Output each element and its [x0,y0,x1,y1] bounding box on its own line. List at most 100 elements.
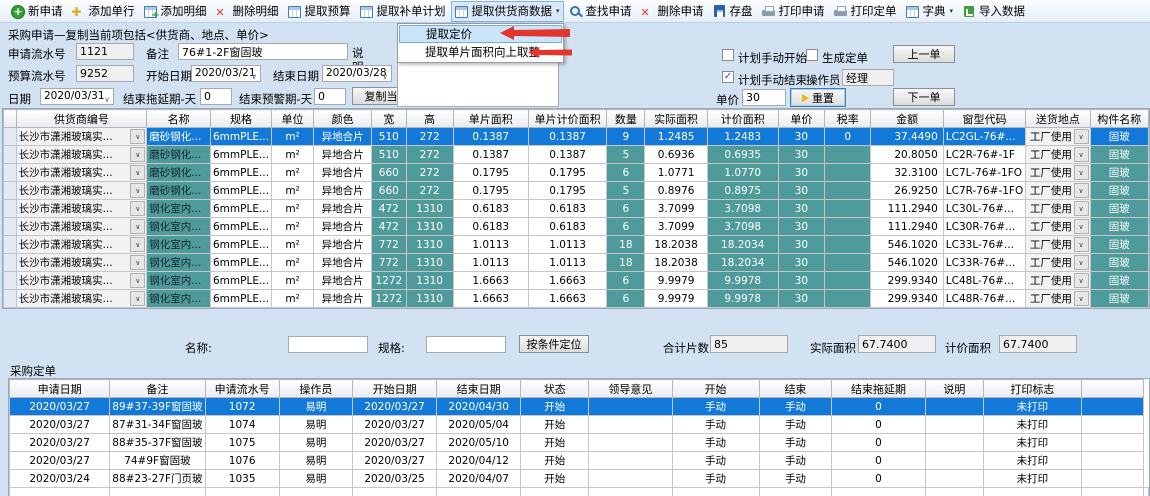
cell-金额[interactable]: 37.4490 [871,128,943,146]
combo-arrow-icon[interactable]: ∨ [130,165,145,180]
cell-单位[interactable]: m² [271,200,313,218]
cell-宽[interactable]: 510 [372,146,406,164]
row-selector[interactable] [4,200,17,218]
cell-供货商编号[interactable]: 长沙市潇湘玻璃实...∨ [16,146,147,164]
cell-送货地点[interactable]: 工厂使用∨ [1026,290,1090,308]
combo-arrow-icon[interactable]: ∨ [1074,291,1089,306]
cell-颜色[interactable]: 异地合片 [314,146,372,164]
cell-窗型代码[interactable]: LC48R-76#... [943,290,1025,308]
cell-税率[interactable] [825,290,871,308]
cell-高[interactable]: 1310 [406,236,453,254]
row-selector[interactable] [4,218,17,236]
manual-end-checkbox[interactable]: ✓ [722,71,734,83]
cell-操作员[interactable]: 易明 [279,470,352,488]
cell-宽[interactable]: 1272 [372,272,406,290]
cell-申请流水号[interactable]: 1076 [205,452,279,470]
cell-供货商编号[interactable]: 长沙市潇湘玻璃实...∨ [16,236,147,254]
cell-单价[interactable]: 30 [778,182,824,200]
cell-申请流水号[interactable]: 1074 [205,416,279,434]
cell-数量[interactable]: 6 [607,164,645,182]
unit-price-input[interactable] [742,89,786,106]
start-date-combo[interactable]: 2020/03/21 [191,65,261,82]
order-row[interactable]: 2020/03/2787#31-34F窗固玻1074易明2020/03/2720… [10,416,1149,434]
cell-单片计价面积[interactable]: 0.6183 [528,218,607,236]
cell-说明[interactable] [925,452,983,470]
generate-order-checkbox[interactable] [806,49,818,61]
cell-备注[interactable]: 88#23-27F门页玻 [110,470,205,488]
table-row[interactable]: 长沙市潇湘玻璃实...∨磨砂钢化...6mmPLE...m²异地合片510272… [4,146,1149,164]
cell-单片面积[interactable]: 0.6183 [453,218,528,236]
column-header-7[interactable]: 领导意见 [589,380,672,398]
cell-状态[interactable]: 开始 [521,434,589,452]
cell-宽[interactable]: 660 [372,182,406,200]
cell-计价面积[interactable]: 3.7098 [707,200,778,218]
cell-开始日期[interactable]: 2020/03/27 [353,416,437,434]
cell-颜色[interactable]: 异地合片 [314,218,372,236]
cell-构件名称[interactable]: 固玻 [1090,146,1148,164]
table-row[interactable]: 长沙市潇湘玻璃实...∨钢化室内...6mmPLE...m²异地合片472131… [4,218,1149,236]
cell-高[interactable]: 1310 [406,290,453,308]
column-header-0[interactable]: 申请日期 [10,380,110,398]
warn-input[interactable] [314,88,346,105]
cell-颜色[interactable]: 异地合片 [314,128,372,146]
table-row[interactable]: 长沙市潇湘玻璃实...∨钢化室内...6mmPLE...m²异地合片472131… [4,200,1149,218]
cell-税率[interactable] [825,236,871,254]
cell-结束日期[interactable]: 2020/04/07 [437,470,521,488]
cell-名称[interactable]: 钢化室内... [147,218,211,236]
cell-名称[interactable]: 钢化室内... [147,254,211,272]
row-selector[interactable] [4,236,17,254]
cell-开始日期[interactable]: 2020/03/27 [353,434,437,452]
cell-名称[interactable]: 磨砂钢化... [147,182,211,200]
cell-供货商编号[interactable]: 长沙市潇湘玻璃实...∨ [16,254,147,272]
cell-宽[interactable]: 510 [372,128,406,146]
cell-说明[interactable] [925,416,983,434]
cell-实际面积[interactable]: 18.2038 [645,254,707,272]
toolbar-button-dictionary[interactable]: 字典▾ [902,1,958,22]
cell-结束拖延期[interactable]: 0 [832,434,925,452]
cell-构件名称[interactable]: 固玻 [1090,164,1148,182]
cell-高[interactable]: 272 [406,182,453,200]
cell-单位[interactable]: m² [271,218,313,236]
cell-规格[interactable]: 6mmPLE... [211,182,272,200]
cell-状态[interactable]: 开始 [521,452,589,470]
cell-构件名称[interactable]: 固玻 [1090,254,1148,272]
cell-窗型代码[interactable]: LC33R-76#... [943,254,1025,272]
column-header-6[interactable]: 状态 [521,380,589,398]
cell-构件名称[interactable]: 固玻 [1090,200,1148,218]
order-row[interactable]: 2020/03/2789#37-39F窗固玻1072易明2020/03/2720… [10,398,1149,416]
cell-构件名称[interactable]: 固玻 [1090,236,1148,254]
cell-开始日期[interactable]: 2020/03/27 [353,452,437,470]
cell-打印标志[interactable]: 未打印 [984,434,1082,452]
cell-单片面积[interactable]: 1.6663 [453,272,528,290]
cell-计价面积[interactable]: 1.0770 [707,164,778,182]
cell-开始[interactable]: 手动 [672,470,759,488]
cell-单片计价面积[interactable]: 0.6183 [528,200,607,218]
cell-单片计价面积[interactable]: 0.1387 [528,146,607,164]
cell-开始日期[interactable]: 2020/03/27 [353,398,437,416]
table-row[interactable]: 长沙市潇湘玻璃实...∨磨砂钢化...6mmPLE...m²异地合片660272… [4,182,1149,200]
cell-结束[interactable]: 手动 [759,470,832,488]
cell-领导意见[interactable] [589,416,672,434]
cell-金额[interactable]: 299.9340 [871,290,943,308]
cell-送货地点[interactable]: 工厂使用∨ [1026,164,1090,182]
cell-单位[interactable]: m² [271,254,313,272]
cell-单价[interactable]: 30 [778,272,824,290]
cell-结束[interactable]: 手动 [759,434,832,452]
cell-单位[interactable]: m² [271,290,313,308]
cell-领导意见[interactable] [589,398,672,416]
cell-结束[interactable]: 手动 [759,398,832,416]
cell-规格[interactable]: 6mmPLE... [211,272,272,290]
column-header-0[interactable]: 供货商编号 [16,110,147,128]
cell-高[interactable]: 272 [406,146,453,164]
cell-实际面积[interactable]: 9.9979 [645,290,707,308]
dropdown-caret-icon[interactable]: ▾ [950,7,954,15]
cell-金额[interactable]: 546.1020 [871,236,943,254]
row-selector[interactable] [4,128,17,146]
cell-结束拖延期[interactable]: 0 [832,398,925,416]
toolbar-button-delete-request[interactable]: 删除申请 [637,1,708,22]
cell-规格[interactable]: 6mmPLE... [211,236,272,254]
cell-构件名称[interactable]: 固玻 [1090,182,1148,200]
next-order-button[interactable]: 下一单 [893,88,955,106]
cell-结束日期[interactable]: 2020/04/30 [437,398,521,416]
cell-计价面积[interactable]: 18.2034 [707,236,778,254]
